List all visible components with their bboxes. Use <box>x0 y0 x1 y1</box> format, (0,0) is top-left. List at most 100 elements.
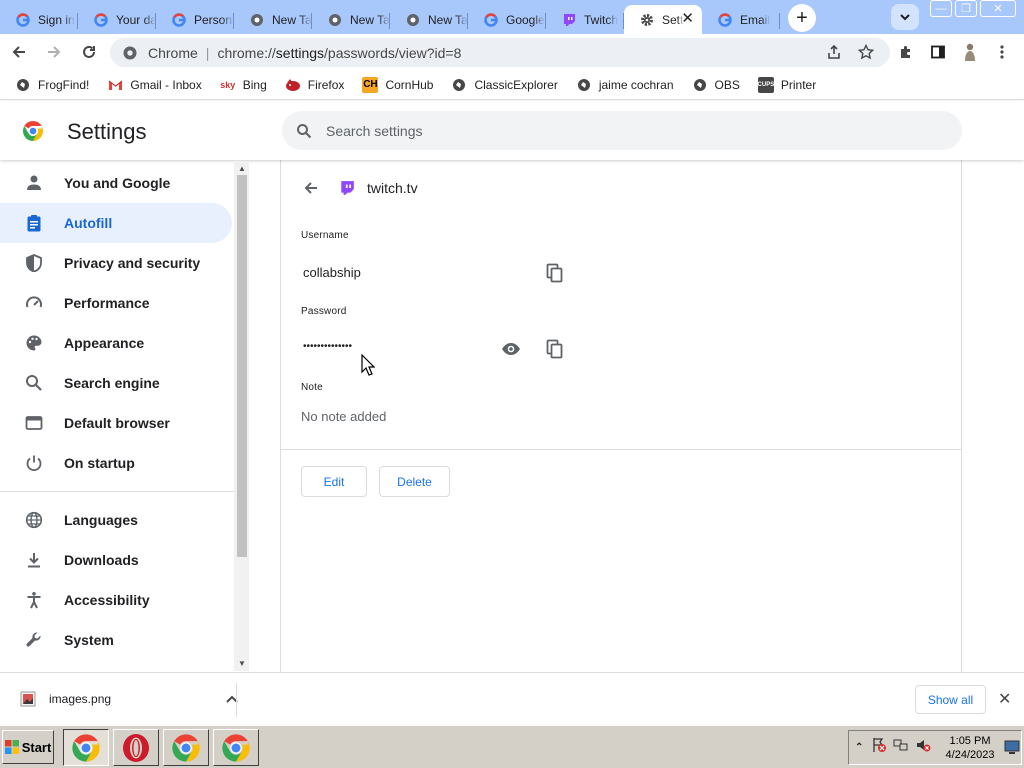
tab-google[interactable]: Google <box>468 5 546 34</box>
bookmark-jaime-cochran[interactable]: jaime cochran <box>576 77 674 93</box>
taskbar-opera-app[interactable] <box>113 729 159 766</box>
bookmark-printer[interactable]: CUPS Printer <box>758 76 816 93</box>
tab-title: Your data <box>116 12 156 27</box>
sidebar-scrollbar[interactable]: ▲ ▼ <box>234 163 249 671</box>
show-password-button[interactable] <box>499 337 523 361</box>
tab-title: Sign in <box>38 12 75 27</box>
sidebar-item-performance[interactable]: Performance <box>0 283 234 323</box>
tab-settings[interactable]: Settings ✕ <box>624 5 702 34</box>
back-button[interactable] <box>3 36 35 68</box>
share-icon[interactable] <box>821 39 847 65</box>
tab-new-tab[interactable]: New Tab <box>234 5 312 34</box>
download-item[interactable]: images.png <box>20 691 238 707</box>
chrome-site-icon[interactable] <box>122 45 138 61</box>
bookmark-cornhub[interactable]: CH CornHub <box>362 76 434 93</box>
ch-icon: CH <box>362 76 379 93</box>
password-detail-card: twitch.tv Username collabship Password •… <box>280 160 962 672</box>
side-panel-icon[interactable] <box>925 39 951 65</box>
new-tab-button[interactable]: + <box>788 4 816 32</box>
twitch-icon <box>562 13 576 27</box>
flag-alert-icon[interactable] <box>871 737 887 758</box>
tab-personal[interactable]: Personal <box>156 5 234 34</box>
omnibox-url[interactable]: chrome://settings/passwords/view?id=8 <box>217 45 461 61</box>
taskbar-chrome-app[interactable] <box>63 729 109 766</box>
show-desktop-icon[interactable] <box>1004 739 1020 760</box>
bookmark-label: OBS <box>714 77 740 92</box>
tab-sign-in[interactable]: Sign in <box>0 5 78 34</box>
close-downloads-icon[interactable]: ✕ <box>998 689 1011 709</box>
back-arrow-icon[interactable] <box>301 178 321 198</box>
clipboard-icon <box>24 213 44 233</box>
tab-twitch[interactable]: Twitch <box>546 5 624 34</box>
bookmark-classicexplorer[interactable]: ClassicExplorer <box>451 77 558 93</box>
close-window-button[interactable]: ✕ <box>980 0 1016 17</box>
url-path: /passwords/view?id=8 <box>324 44 462 61</box>
scroll-down-arrow-icon[interactable]: ▼ <box>237 659 247 669</box>
sidebar-divider <box>0 491 234 492</box>
bookmark-firefox[interactable]: Firefox <box>285 77 344 93</box>
profile-avatar[interactable] <box>957 39 983 65</box>
copy-password-button[interactable] <box>543 337 567 361</box>
password-value: •••••••••••••• <box>303 341 353 352</box>
edit-button[interactable]: Edit <box>301 466 367 497</box>
scroll-up-arrow-icon[interactable]: ▲ <box>237 164 247 174</box>
search-input[interactable] <box>326 122 926 139</box>
sidebar-item-label: On startup <box>64 455 135 471</box>
globe-icon <box>24 510 44 530</box>
sidebar-item-system[interactable]: System <box>0 620 234 660</box>
tab-new-tab[interactable]: New Tab <box>312 5 390 34</box>
scrollbar-thumb[interactable] <box>237 175 247 557</box>
sidebar-item-you-and-google[interactable]: You and Google <box>0 163 234 203</box>
forward-button[interactable] <box>38 36 70 68</box>
network-icon[interactable] <box>893 737 909 758</box>
sidebar-item-search-engine[interactable]: Search engine <box>0 363 234 403</box>
settings-search[interactable] <box>282 111 962 150</box>
start-button[interactable]: Start <box>2 730 54 764</box>
tab-search-button[interactable] <box>891 4 919 30</box>
google-icon <box>484 12 498 27</box>
sidebar-item-label: Accessibility <box>64 592 150 608</box>
clock[interactable]: 1:05 PM 4/24/2023 <box>945 734 995 762</box>
taskbar-chrome-app-2[interactable] <box>163 729 209 766</box>
taskbar-chrome-app-3[interactable] <box>213 729 259 766</box>
search-icon <box>294 121 314 141</box>
show-all-button[interactable]: Show all <box>915 685 986 714</box>
copy-username-button[interactable] <box>543 261 567 285</box>
bookmark-label: CornHub <box>385 77 434 92</box>
cups-icon: CUPS <box>758 76 774 93</box>
sidebar-item-on-startup[interactable]: On startup <box>0 443 234 483</box>
settings-header: Settings <box>0 101 1024 160</box>
chrome-icon <box>406 13 420 27</box>
close-tab-icon[interactable]: ✕ <box>681 11 694 27</box>
bookmark-label: Gmail - Inbox <box>130 77 202 92</box>
windows-taskbar: Start ⌃ 1:05 PM 4/24/2023 <box>0 725 1024 768</box>
tab-email[interactable]: Email <box>702 5 780 34</box>
tray-expand-icon[interactable]: ⌃ <box>855 742 863 753</box>
tab-new-tab[interactable]: New Tab <box>390 5 468 34</box>
minimize-button[interactable]: — <box>930 0 952 17</box>
sidebar-item-privacy[interactable]: Privacy and security <box>0 243 234 283</box>
url-host: settings <box>275 44 325 61</box>
bookmark-gmail[interactable]: Gmail - Inbox <box>107 77 202 93</box>
sidebar-item-autofill[interactable]: Autofill <box>0 203 232 243</box>
sidebar-item-accessibility[interactable]: Accessibility <box>0 580 234 620</box>
sidebar-item-default-browser[interactable]: Default browser <box>0 403 234 443</box>
delete-button[interactable]: Delete <box>379 466 450 497</box>
reload-button[interactable] <box>73 36 105 68</box>
gear-icon <box>640 13 654 27</box>
maximize-button[interactable]: ❐ <box>955 0 977 17</box>
extensions-icon[interactable] <box>893 39 919 65</box>
bookmark-obs[interactable]: OBS <box>692 77 740 93</box>
bookmark-bing[interactable]: sky Bing <box>220 77 267 93</box>
sidebar-item-appearance[interactable]: Appearance <box>0 323 234 363</box>
volume-muted-icon[interactable] <box>915 737 931 758</box>
sidebar-item-downloads[interactable]: Downloads <box>0 540 234 580</box>
bookmark-star-icon[interactable] <box>853 39 879 65</box>
omnibox[interactable]: Chrome | chrome://settings/passwords/vie… <box>110 38 890 67</box>
bookmark-frogfind[interactable]: FrogFind! <box>15 77 89 93</box>
tab-your-data[interactable]: Your data <box>78 5 156 34</box>
menu-dots-icon[interactable] <box>989 39 1015 65</box>
sidebar-item-label: Search engine <box>64 375 160 391</box>
tab-strip: Sign in Your data Personal New Tab New T… <box>0 0 1024 34</box>
sidebar-item-languages[interactable]: Languages <box>0 500 234 540</box>
